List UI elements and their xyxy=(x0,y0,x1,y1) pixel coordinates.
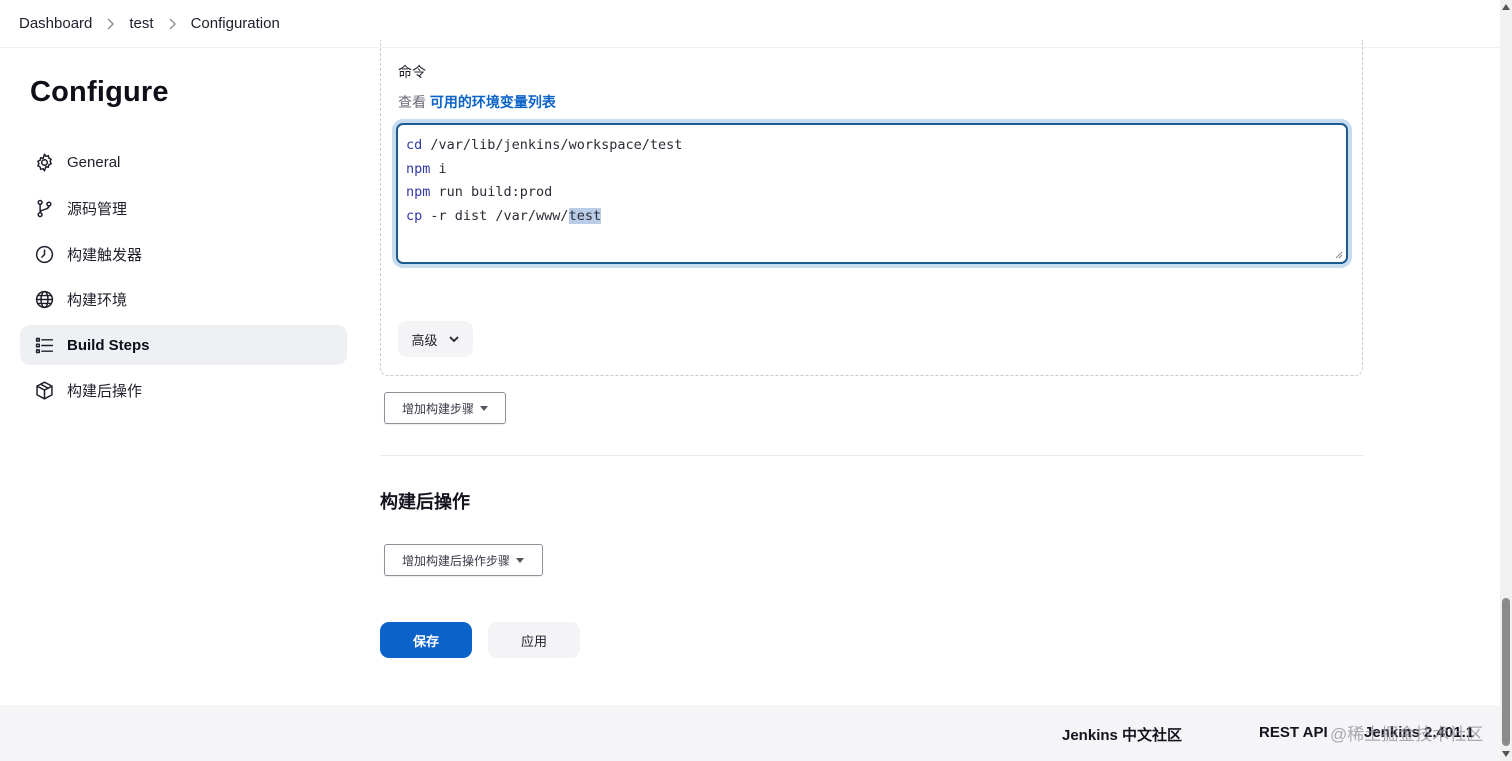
command-line: cp -r dist /var/www/test xyxy=(406,207,602,224)
apply-button[interactable]: 应用 xyxy=(488,622,580,658)
command-args: i xyxy=(430,160,447,177)
add-post-build-step-button[interactable]: 增加构建后操作步骤 xyxy=(384,544,543,576)
sidebar-item-label: General xyxy=(67,153,121,171)
command-line: npm i xyxy=(406,161,447,177)
footer-community-link[interactable]: Jenkins 中文社区 xyxy=(1062,724,1182,745)
sidebar-item-build-steps[interactable]: Build Steps xyxy=(20,325,347,365)
caret-down-icon xyxy=(480,405,489,411)
caret-down-icon xyxy=(516,557,525,563)
command-args: /var/lib/jenkins/workspace/test xyxy=(422,137,683,153)
sidebar-item-build-triggers[interactable]: 构建触发器 xyxy=(20,234,347,274)
env-hint-prefix: 查看 xyxy=(398,94,426,110)
scrollbar-thumb[interactable] xyxy=(1502,598,1510,746)
scroll-down-arrow-icon[interactable] xyxy=(1501,749,1511,759)
source-branch-icon xyxy=(33,197,55,219)
command-keyword: npm xyxy=(406,184,431,201)
command-line: cd /var/lib/jenkins/workspace/test xyxy=(406,137,682,153)
sidebar-item-general[interactable]: General xyxy=(20,142,347,182)
save-button[interactable]: 保存 xyxy=(380,622,472,658)
scroll-up-arrow-icon[interactable] xyxy=(1501,2,1511,12)
chevron-right-icon xyxy=(106,18,115,30)
sidebar-item-build-environment[interactable]: 构建环境 xyxy=(20,279,347,319)
list-icon xyxy=(33,334,55,356)
sidebar-item-label: 构建后操作 xyxy=(67,382,143,400)
page-title: Configure xyxy=(30,76,169,108)
env-variables-link[interactable]: 可用的环境变量列表 xyxy=(430,94,556,110)
env-hint: 查看 可用的环境变量列表 xyxy=(398,92,556,112)
command-keyword: cp xyxy=(406,207,423,224)
timer-icon xyxy=(33,243,55,265)
chevron-right-icon xyxy=(168,18,177,30)
command-textarea[interactable]: cd /var/lib/jenkins/workspace/test npm i… xyxy=(396,123,1348,264)
section-divider xyxy=(380,455,1364,456)
text-selection: test xyxy=(568,207,602,224)
breadcrumb-dashboard[interactable]: Dashboard xyxy=(19,15,92,32)
resize-handle-icon[interactable] xyxy=(1334,250,1343,259)
gear-icon xyxy=(33,151,55,173)
sidebar-item-label: Build Steps xyxy=(67,336,150,354)
command-keyword: cd xyxy=(406,137,423,153)
add-build-step-button[interactable]: 增加构建步骤 xyxy=(384,392,506,424)
command-keyword: npm xyxy=(406,160,431,177)
sidebar-item-label: 构建环境 xyxy=(67,291,128,309)
sidebar-item-label: 源码管理 xyxy=(67,200,128,218)
footer-rest-api-link[interactable]: REST API xyxy=(1259,724,1328,741)
command-args: -r dist /var/www/ xyxy=(422,207,569,224)
sidebar-item-label: 构建触发器 xyxy=(67,246,143,264)
chevron-down-icon xyxy=(448,336,459,343)
breadcrumb-configuration[interactable]: Configuration xyxy=(191,15,280,32)
cube-icon xyxy=(33,379,55,401)
add-post-build-label: 增加构建后操作步骤 xyxy=(402,553,511,568)
footer-version-link[interactable]: Jenkins 2.401.1 xyxy=(1364,724,1474,741)
command-line: npm run build:prod xyxy=(406,184,552,200)
add-build-step-label: 增加构建步骤 xyxy=(402,401,475,416)
command-label: 命令 xyxy=(398,64,426,80)
breadcrumb-test[interactable]: test xyxy=(129,15,153,32)
command-args: run build:prod xyxy=(430,184,553,201)
globe-icon xyxy=(33,288,55,310)
sidebar-item-source-control[interactable]: 源码管理 xyxy=(20,188,347,228)
post-build-section-title: 构建后操作 xyxy=(380,492,470,512)
advanced-label: 高级 xyxy=(411,332,438,348)
sidebar-item-post-build[interactable]: 构建后操作 xyxy=(20,370,347,410)
advanced-button[interactable]: 高级 xyxy=(398,321,473,357)
